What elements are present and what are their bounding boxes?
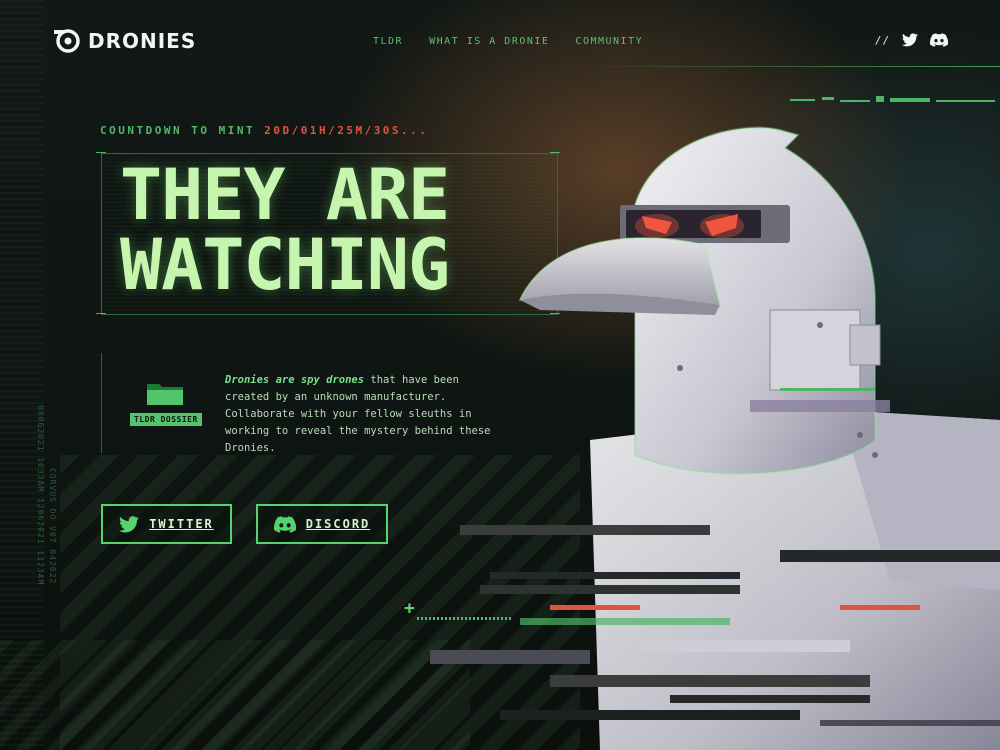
hero-title-line2: WATCHING	[120, 224, 450, 306]
discord-icon[interactable]	[930, 33, 948, 47]
brand-name: DRONIES	[88, 28, 197, 53]
twitter-icon[interactable]	[902, 33, 918, 47]
dossier-label[interactable]: TLDR DOSSIER	[130, 413, 202, 426]
hazard-stripes-bottom	[0, 640, 470, 750]
plus-marker: +	[404, 598, 415, 619]
social-separator: //	[874, 33, 890, 47]
social-links: //	[875, 33, 948, 47]
nav-what-is-a-dronie[interactable]: WHAT IS A DRONIE	[429, 36, 549, 47]
side-code-left: 08062021 1033AM 12062021 1123AM	[36, 405, 45, 586]
frame-tick	[96, 152, 106, 153]
discord-icon	[273, 515, 296, 533]
folder-icon[interactable]	[146, 380, 184, 406]
nav-tldr[interactable]: TLDR	[373, 36, 403, 47]
twitter-button[interactable]: TWITTER	[101, 504, 232, 544]
side-code-right: CORVUS DO V07 042022	[48, 468, 57, 585]
description-emphasis: Dronies are spy drones	[225, 374, 365, 386]
twitter-button-label: TWITTER	[149, 517, 214, 531]
left-rail-decoration	[0, 0, 44, 750]
hud-line	[570, 66, 1000, 67]
twitter-icon	[119, 515, 140, 532]
drone-logo-icon	[54, 29, 80, 53]
discord-button-label: DISCORD	[305, 517, 371, 531]
countdown: COUNTDOWN TO MINT 20D/01H/25M/30S...	[100, 124, 428, 137]
dronie-bird-illustration	[430, 126, 1000, 750]
brand-logo[interactable]: DRONIES	[53, 27, 196, 54]
discord-button[interactable]: DISCORD	[256, 504, 388, 544]
frame-tick	[96, 313, 106, 314]
nav-community[interactable]: COMMUNITY	[575, 36, 643, 47]
countdown-timer: 20D/01H/25M/30S...	[264, 124, 429, 137]
countdown-label: COUNTDOWN TO MINT	[100, 124, 256, 137]
main-nav: TLDR WHAT IS A DRONIE COMMUNITY	[373, 36, 643, 47]
hud-bars	[790, 96, 995, 102]
